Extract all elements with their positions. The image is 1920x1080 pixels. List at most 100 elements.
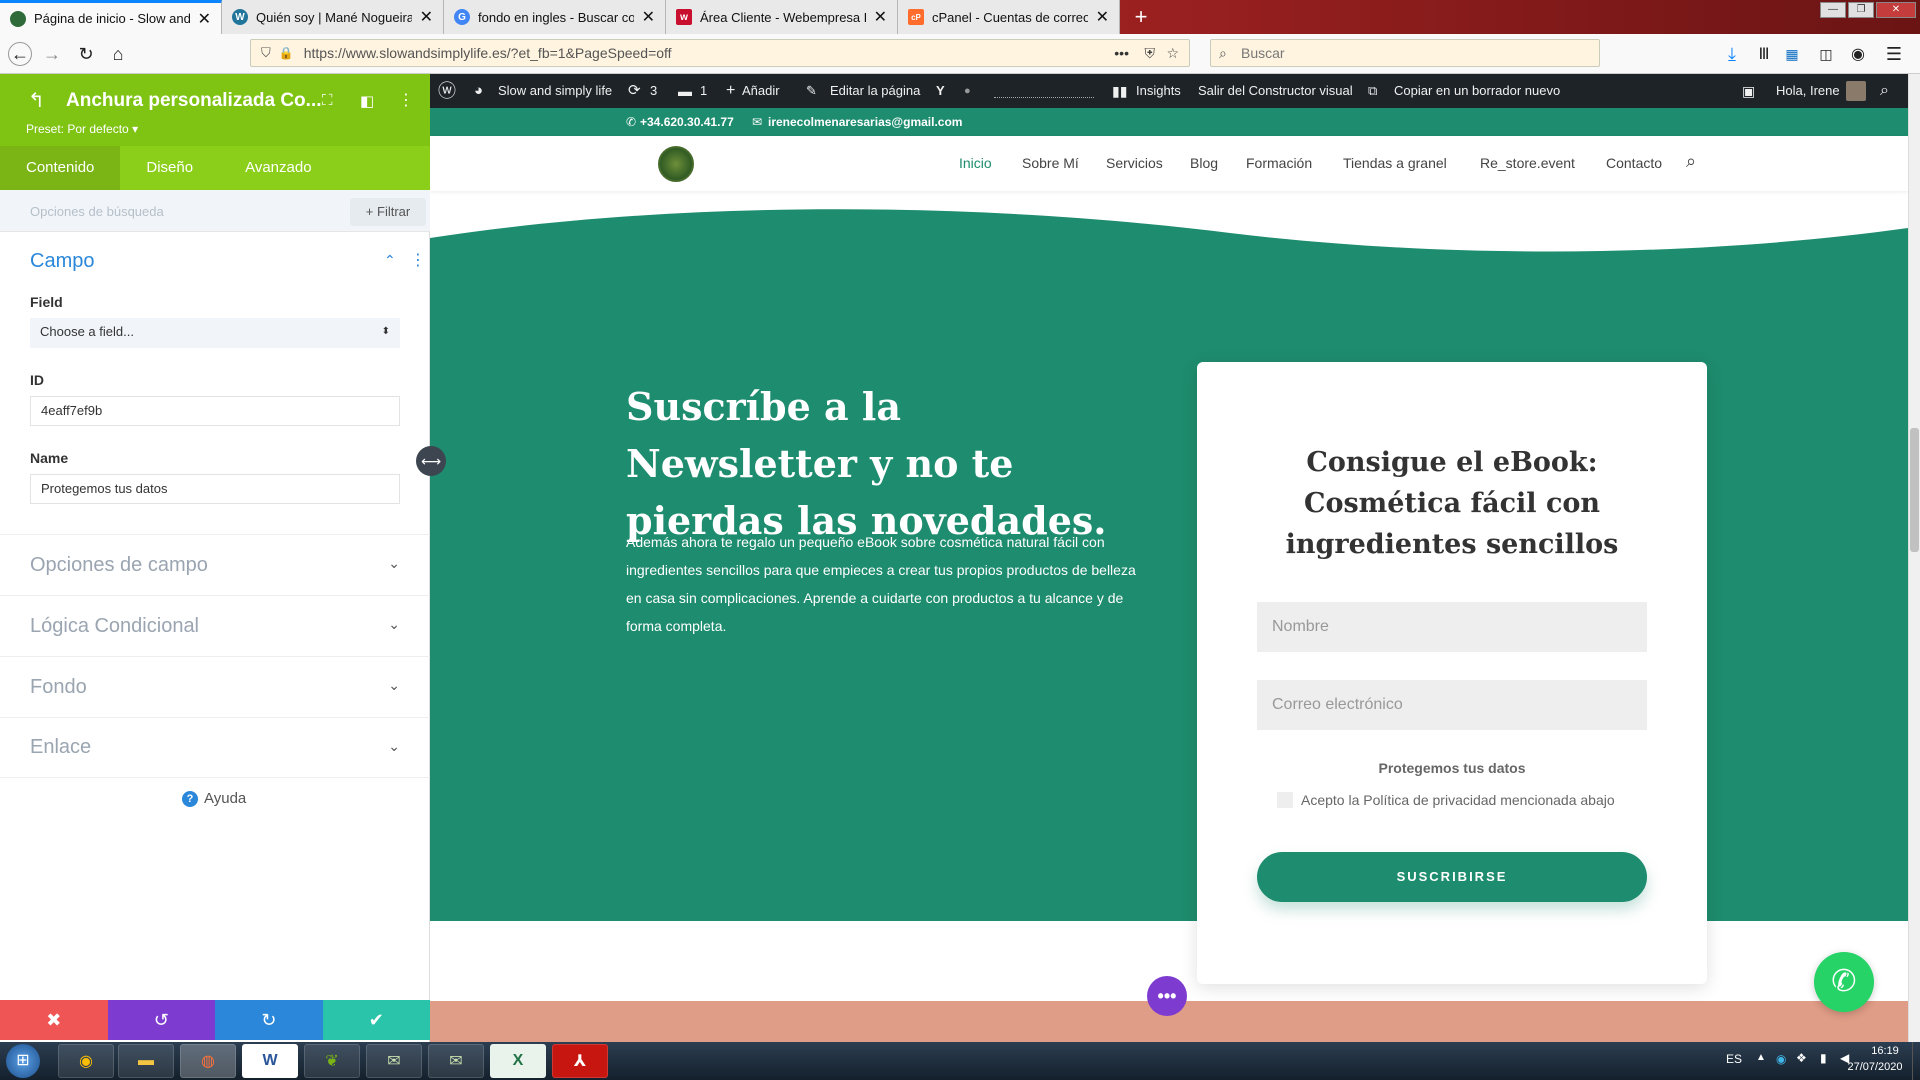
discard-button[interactable]: ✖ [0, 1000, 108, 1040]
url-bar[interactable]: ⛉ 🔒 https://www.slowandsimplylife.es/?et… [250, 39, 1190, 67]
excel-icon[interactable]: X [490, 1044, 546, 1078]
search-icon[interactable]: ⌕ [1880, 74, 1889, 108]
undo-button[interactable]: ↺ [107, 1000, 215, 1040]
whatsapp-icon[interactable]: ✆ [1814, 952, 1874, 1012]
exit-builder-link[interactable]: Salir del Constructor visual [1198, 74, 1353, 108]
tab-avanzado[interactable]: Avanzado [219, 146, 337, 190]
updates-count[interactable]: 3 [650, 74, 657, 108]
nav-servicios[interactable]: Servicios [1106, 155, 1163, 171]
close-tab-icon[interactable]: ✕ [198, 9, 211, 29]
id-input[interactable]: 4eaff7ef9b [30, 396, 400, 426]
new-tab-button[interactable]: + [1128, 4, 1154, 30]
nav-sobre-mi[interactable]: Sobre Mí [1022, 155, 1079, 171]
download-icon[interactable]: ⤓ [1720, 42, 1744, 66]
tab-contenido[interactable]: Contenido [0, 146, 121, 190]
tab-pagina-inicio[interactable]: Página de inicio - Slow and sim ✕ [0, 0, 222, 34]
nav-re-store-event[interactable]: Re_store.event [1480, 155, 1575, 171]
chevron-up-icon[interactable]: ⌃ [384, 252, 396, 269]
subscribe-button[interactable]: SUSCRIBIRSE [1257, 852, 1647, 902]
help-link[interactable]: ? Ayuda [182, 790, 246, 807]
split-view-icon[interactable]: ◧ [360, 92, 374, 110]
section-opciones-de-campo[interactable]: Opciones de campo ⌄ [0, 534, 430, 595]
avatar[interactable] [1846, 81, 1866, 101]
nav-blog[interactable]: Blog [1190, 155, 1218, 171]
name-field[interactable]: Nombre [1257, 602, 1647, 652]
app-icon[interactable]: ✉ [366, 1044, 422, 1078]
scrollbar-thumb[interactable] [1910, 428, 1919, 552]
sidebar-toggle-icon[interactable]: ◫ [1814, 42, 1838, 66]
tab-google-search[interactable]: G fondo en ingles - Buscar con G ✕ [444, 0, 666, 34]
forward-icon[interactable]: → [40, 42, 64, 66]
save-button[interactable]: ✔ [322, 1000, 430, 1040]
nav-formacion[interactable]: Formación [1246, 155, 1312, 171]
back-arrow-icon[interactable]: ↰ [28, 88, 45, 113]
app-icon[interactable]: ✉ [428, 1044, 484, 1078]
search-input[interactable]: ⌕ Buscar [1210, 39, 1600, 67]
site-logo[interactable] [658, 146, 694, 182]
updates-icon[interactable]: ⟳ [628, 74, 641, 108]
minimize-icon[interactable]: — [1820, 2, 1846, 18]
file-explorer-icon[interactable]: ▬ [118, 1044, 174, 1078]
options-search-input[interactable]: Opciones de búsqueda [30, 204, 164, 219]
more-actions-icon[interactable]: ••• [1114, 45, 1129, 61]
page-scrollbar[interactable] [1908, 74, 1920, 1042]
section-logica-condicional[interactable]: Lógica Condicional ⌄ [0, 595, 430, 656]
tab-quien-soy[interactable]: W Quién soy | Mané Nogueira ✕ [222, 0, 444, 34]
show-desktop-button[interactable] [1912, 1042, 1920, 1080]
insights-link[interactable]: Insights [1136, 74, 1181, 108]
language-indicator[interactable]: ES [1726, 1052, 1742, 1066]
close-window-icon[interactable]: ✕ [1876, 2, 1916, 18]
bookmark-star-icon[interactable]: ☆ [1166, 45, 1179, 62]
network-icon[interactable]: ▮ [1820, 1051, 1827, 1065]
yoast-icon[interactable]: Y [936, 74, 945, 108]
add-new-link[interactable]: Añadir [742, 74, 780, 108]
tab-diseno[interactable]: Diseño [120, 146, 219, 190]
close-tab-icon[interactable]: ✕ [874, 7, 887, 27]
site-name-link[interactable]: Slow and simply life [498, 74, 612, 108]
firefox-icon[interactable]: ◍ [180, 1044, 236, 1078]
contact-email[interactable]: irenecolmenaresarias@gmail.com [768, 115, 962, 129]
start-button-icon[interactable]: ⊞ [6, 1044, 40, 1078]
field-select[interactable]: Choose a field... ⬍ [30, 318, 400, 348]
edit-page-link[interactable]: Editar la página [830, 74, 920, 108]
back-icon[interactable]: ← [8, 42, 32, 66]
menu-icon[interactable]: ☰ [1882, 42, 1906, 66]
copy-draft-link[interactable]: Copiar en un borrador nuevo [1394, 74, 1560, 108]
home-icon[interactable]: ⌂ [106, 42, 130, 66]
tray-expand-icon[interactable]: ▲ [1756, 1052, 1766, 1063]
app-icon[interactable]: ❦ [304, 1044, 360, 1078]
filter-button[interactable]: + Filtrar [350, 198, 426, 226]
reload-icon[interactable]: ↻ [74, 42, 98, 66]
search-icon[interactable]: ⌕ [1686, 151, 1696, 172]
email-field[interactable]: Correo electrónico [1257, 680, 1647, 730]
preset-selector[interactable]: Preset: Por defecto ▾ [26, 122, 138, 136]
comments-icon[interactable]: ▬ [678, 74, 692, 108]
nav-contacto[interactable]: Contacto [1606, 155, 1662, 171]
account-icon[interactable]: ◉ [1846, 42, 1870, 66]
tab-cpanel[interactable]: cP cPanel - Cuentas de correo ele ✕ [898, 0, 1120, 34]
nav-tiendas-a-granel[interactable]: Tiendas a granel [1343, 155, 1447, 171]
word-icon[interactable]: W [242, 1044, 298, 1078]
resize-panel-handle[interactable]: ⟷ [416, 446, 446, 476]
tab-webempresa[interactable]: w Área Cliente - Webempresa Eur ✕ [666, 0, 898, 34]
nav-inicio[interactable]: Inicio [959, 155, 992, 171]
section-campo-title[interactable]: Campo [30, 250, 94, 273]
wordpress-logo-icon[interactable]: ⓦ [438, 74, 456, 108]
clock-date[interactable]: 27/07/2020 [1840, 1061, 1910, 1073]
name-input[interactable]: Protegemos tus datos [30, 474, 400, 504]
section-enlace[interactable]: Enlace ⌄ [0, 717, 430, 778]
close-tab-icon[interactable]: ✕ [1096, 7, 1109, 27]
pocket-icon[interactable]: ⛨ [1145, 45, 1156, 62]
greeting-link[interactable]: Hola, Irene [1776, 74, 1840, 108]
more-options-icon[interactable]: ⋮ [398, 90, 414, 110]
expand-icon[interactable]: ⛶ [322, 92, 333, 109]
comments-count[interactable]: 1 [700, 74, 707, 108]
chrome-icon[interactable]: ◉ [58, 1044, 114, 1078]
close-tab-icon[interactable]: ✕ [420, 7, 433, 27]
notifications-icon[interactable]: ▣ [1742, 74, 1755, 108]
maximize-icon[interactable]: ❐ [1848, 2, 1874, 18]
contact-phone[interactable]: +34.620.30.41.77 [640, 115, 734, 129]
dropbox-icon[interactable]: ❖ [1796, 1051, 1807, 1065]
acrobat-icon[interactable]: ⅄ [552, 1044, 608, 1078]
builder-settings-fab[interactable]: ••• [1147, 976, 1187, 1016]
